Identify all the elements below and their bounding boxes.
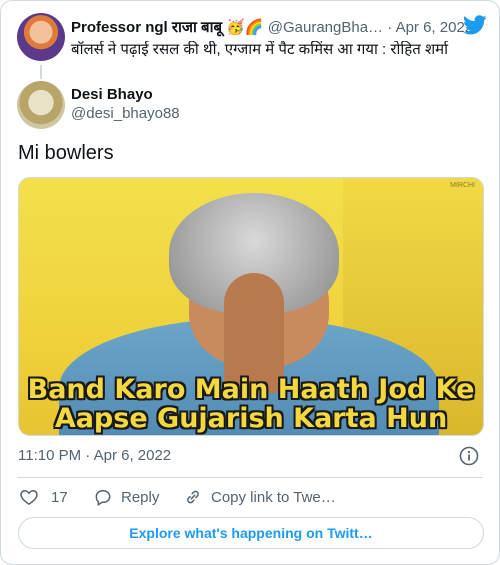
reply-bubble-icon xyxy=(95,490,111,507)
reply-label: Reply xyxy=(121,488,160,506)
tweet-timestamp[interactable]: 11:10 PM · Apr 6, 2022 xyxy=(18,447,171,464)
link-icon xyxy=(187,490,199,504)
like-count: 17 xyxy=(51,488,68,506)
parent-date[interactable]: Apr 6, 2022 xyxy=(396,19,474,36)
meme-caption-line1: Band Karo Main Haath Jod Ke xyxy=(27,374,475,405)
parent-avatar[interactable] xyxy=(17,13,65,61)
explore-twitter-button[interactable]: Explore what's happening on Twitt… xyxy=(18,517,484,549)
tweet-actions: 17 Reply Copy link to Twe… xyxy=(17,486,483,508)
separator-dot: · xyxy=(387,19,393,36)
author-avatar[interactable] xyxy=(17,81,65,129)
tweet-text: Mi bowlers xyxy=(18,142,114,164)
parent-tweet[interactable]: Professor ngl राजा बाबू 🥳🌈 @GaurangBha… … xyxy=(17,11,487,79)
reply-button[interactable]: Reply xyxy=(93,486,159,508)
divider xyxy=(17,477,483,478)
info-icon[interactable] xyxy=(459,446,479,466)
author-name[interactable]: Desi Bhayo xyxy=(71,86,153,103)
heart-icon xyxy=(20,489,38,505)
parent-tweet-text: बॉलर्स ने पढ़ाई रसल की थी, एग्जाम में पै… xyxy=(71,41,449,58)
parent-author-handle[interactable]: @GaurangBha… xyxy=(268,19,383,36)
meme-caption-line2: Aapse Gujarish Karta Hun xyxy=(54,403,448,434)
like-button[interactable]: 17 xyxy=(19,486,68,508)
parent-meta: Professor ngl राजा बाबू 🥳🌈 @GaurangBha… … xyxy=(71,17,487,37)
copy-link-label: Copy link to Twe… xyxy=(211,488,336,506)
parent-author-name[interactable]: Professor ngl राजा बाबू 🥳🌈 xyxy=(71,19,264,36)
media-watermark: MIRCHI xyxy=(450,182,475,189)
copy-link-button[interactable]: Copy link to Twe… xyxy=(183,486,336,508)
thread-line xyxy=(40,65,42,79)
author-handle[interactable]: @desi_bhayo88 xyxy=(71,105,180,122)
embedded-tweet-card: Professor ngl राजा बाबू 🥳🌈 @GaurangBha… … xyxy=(0,0,500,565)
twitter-bird-icon[interactable] xyxy=(463,15,487,35)
tweet-author[interactable]: Desi Bhayo @desi_bhayo88 xyxy=(17,81,417,131)
tweet-media-image[interactable]: MIRCHI Band Karo Main Haath Jod Ke Aapse… xyxy=(18,177,484,436)
